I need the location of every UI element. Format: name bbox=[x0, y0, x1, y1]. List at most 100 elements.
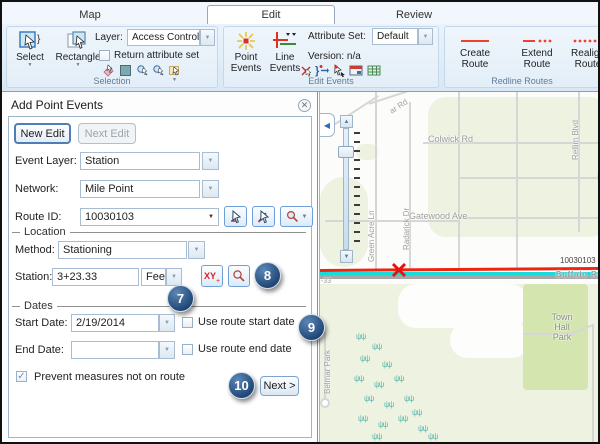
layer-combobox[interactable]: Access Control bbox=[127, 29, 200, 46]
start-date-input[interactable]: 2/19/2014 bbox=[71, 314, 159, 332]
event-layer-label: Event Layer: bbox=[15, 155, 77, 167]
marsh-icon bbox=[354, 374, 363, 383]
method-label: Method: bbox=[15, 244, 55, 256]
end-date-input[interactable] bbox=[71, 341, 159, 359]
select-tool-button[interactable]: } Select ▼ bbox=[10, 30, 50, 68]
zoom-in-button[interactable]: ▲ bbox=[340, 115, 353, 128]
route-id-label: Route ID: bbox=[15, 211, 61, 223]
start-date-value: 2/19/2014 bbox=[76, 317, 125, 329]
use-route-start-date-checkbox[interactable] bbox=[182, 317, 193, 328]
application-window: Map Edit Review Selection } Select ▼ Rec… bbox=[0, 0, 600, 444]
xy-icon: XY+ bbox=[204, 266, 220, 285]
dates-legend-text: Dates bbox=[24, 300, 53, 312]
selection-group-label: Selection bbox=[7, 76, 217, 86]
create-route-button[interactable]: Create Route bbox=[446, 34, 504, 70]
extend-route-button[interactable]: Extend Route bbox=[508, 34, 566, 70]
marsh-icon bbox=[394, 374, 403, 383]
pan-to-selection-icon[interactable] bbox=[151, 63, 165, 77]
zoom-to-selection-icon[interactable] bbox=[135, 63, 149, 77]
marsh-icon bbox=[418, 424, 427, 433]
layer-label: Layer: bbox=[95, 32, 123, 43]
edit-events-group-label: Edit Events bbox=[224, 76, 438, 86]
select-route-cursor-icon bbox=[229, 210, 243, 224]
zoom-out-button[interactable]: ▼ bbox=[340, 250, 353, 263]
tab-edit-label: Edit bbox=[262, 9, 281, 21]
marsh-icon bbox=[372, 432, 381, 441]
point-events-button[interactable]: Point Events bbox=[228, 30, 264, 74]
select-event-icon[interactable] bbox=[332, 63, 346, 77]
panel-collapse-arrow[interactable]: ◀ bbox=[320, 113, 335, 137]
station-value: 3+23.33 bbox=[57, 271, 97, 283]
end-date-dropdown-button[interactable]: ▼ bbox=[159, 341, 175, 359]
prevent-measures-label: Prevent measures not on route bbox=[34, 371, 185, 383]
marsh-icon bbox=[356, 332, 365, 341]
station-input[interactable]: 3+23.33 bbox=[52, 268, 139, 286]
road-vertical bbox=[516, 92, 518, 270]
marsh-icon bbox=[364, 394, 373, 403]
event-table-icon[interactable] bbox=[367, 63, 381, 77]
split-event-icon[interactable] bbox=[299, 63, 313, 77]
network-combobox[interactable]: Mile Point bbox=[80, 180, 200, 198]
attribute-set-dropdown-button[interactable]: ▼ bbox=[418, 28, 433, 45]
callout-7: 7 bbox=[167, 285, 194, 312]
tab-map[interactable]: Map bbox=[60, 5, 120, 24]
event-layer-combobox[interactable]: Station bbox=[80, 152, 200, 170]
use-route-end-date-checkbox[interactable] bbox=[182, 344, 193, 355]
merge-events-icon[interactable]: } bbox=[315, 63, 329, 77]
dates-section-legend: Dates bbox=[12, 300, 306, 312]
version-label: Version: n/a bbox=[308, 51, 361, 62]
use-route-end-date-label: Use route end date bbox=[198, 343, 292, 355]
tab-map-label: Map bbox=[79, 9, 100, 21]
station-magnifier-icon bbox=[232, 269, 246, 283]
tab-edit[interactable]: Edit bbox=[207, 5, 335, 24]
xy-coordinates-button[interactable]: XY+ bbox=[201, 265, 223, 287]
method-value: Stationing bbox=[63, 244, 112, 256]
marsh-icon bbox=[382, 360, 391, 369]
method-combobox[interactable]: Stationing bbox=[58, 241, 187, 259]
zoom-slider-handle[interactable] bbox=[338, 146, 354, 158]
clear-selection-icon[interactable] bbox=[101, 63, 115, 77]
rellim-blvd-label: Rellim Blvd bbox=[571, 120, 580, 160]
route-zoom-menu-button[interactable]: ▼ bbox=[280, 206, 313, 227]
event-layer-dropdown-button[interactable]: ▼ bbox=[202, 152, 219, 170]
select-attributes-icon[interactable] bbox=[167, 63, 181, 77]
method-dropdown-button[interactable]: ▼ bbox=[188, 241, 205, 259]
marsh-icon bbox=[358, 414, 367, 423]
next-edit-label: Next Edit bbox=[85, 128, 130, 140]
new-edit-button[interactable]: New Edit bbox=[14, 123, 71, 144]
next-button[interactable]: Next > bbox=[260, 376, 299, 396]
station-unit-combobox[interactable]: Feet bbox=[141, 268, 166, 286]
layer-dropdown-button[interactable]: ▼ bbox=[200, 29, 215, 46]
station-unit-dropdown-button[interactable]: ▼ bbox=[166, 268, 182, 286]
rectangle-caret-icon: ▼ bbox=[76, 63, 81, 68]
zoom-scale-ticks bbox=[354, 132, 360, 247]
next-edit-button[interactable]: Next Edit bbox=[78, 123, 136, 144]
network-value: Mile Point bbox=[85, 183, 133, 195]
station-zoom-button[interactable] bbox=[228, 265, 250, 287]
station-unit-value: Feet bbox=[146, 271, 166, 283]
route-id-dropdown-icon[interactable]: ▼ bbox=[208, 214, 214, 220]
callout-10: 10 bbox=[228, 372, 255, 399]
road-town-hall bbox=[592, 324, 594, 444]
map-canvas[interactable]: ar Rd Green Acre Ln Radarick Dr Colwick … bbox=[319, 92, 600, 444]
clear-route-selection-button[interactable] bbox=[252, 206, 275, 227]
route-id-combobox[interactable]: 10030103 ▼ bbox=[80, 208, 219, 226]
selectable-layers-icon[interactable] bbox=[118, 63, 132, 77]
tab-review[interactable]: Review bbox=[382, 5, 446, 24]
event-attributes-window-icon[interactable] bbox=[349, 63, 363, 77]
select-route-on-map-button[interactable] bbox=[224, 206, 247, 227]
location-section-legend: Location bbox=[12, 226, 306, 238]
gatewood-ave-label: Gatewood Ave bbox=[409, 211, 467, 221]
buffalo-rd-label: Buffalo Rd bbox=[556, 270, 600, 279]
prevent-measures-checkbox[interactable] bbox=[16, 371, 27, 382]
marsh-icon bbox=[372, 342, 381, 351]
attribute-set-combobox[interactable]: Default bbox=[372, 28, 418, 45]
route-number-label: 10030103 bbox=[560, 256, 596, 265]
attribute-set-label: Attribute Set: bbox=[308, 31, 366, 42]
marsh-icon bbox=[412, 408, 421, 417]
network-dropdown-button[interactable]: ▼ bbox=[202, 180, 219, 198]
return-attribute-checkbox[interactable] bbox=[99, 50, 110, 61]
start-date-dropdown-button[interactable]: ▼ bbox=[159, 314, 175, 332]
realign-route-button[interactable]: Realign Route bbox=[568, 34, 600, 70]
panel-close-icon[interactable]: ✕ bbox=[298, 99, 311, 112]
